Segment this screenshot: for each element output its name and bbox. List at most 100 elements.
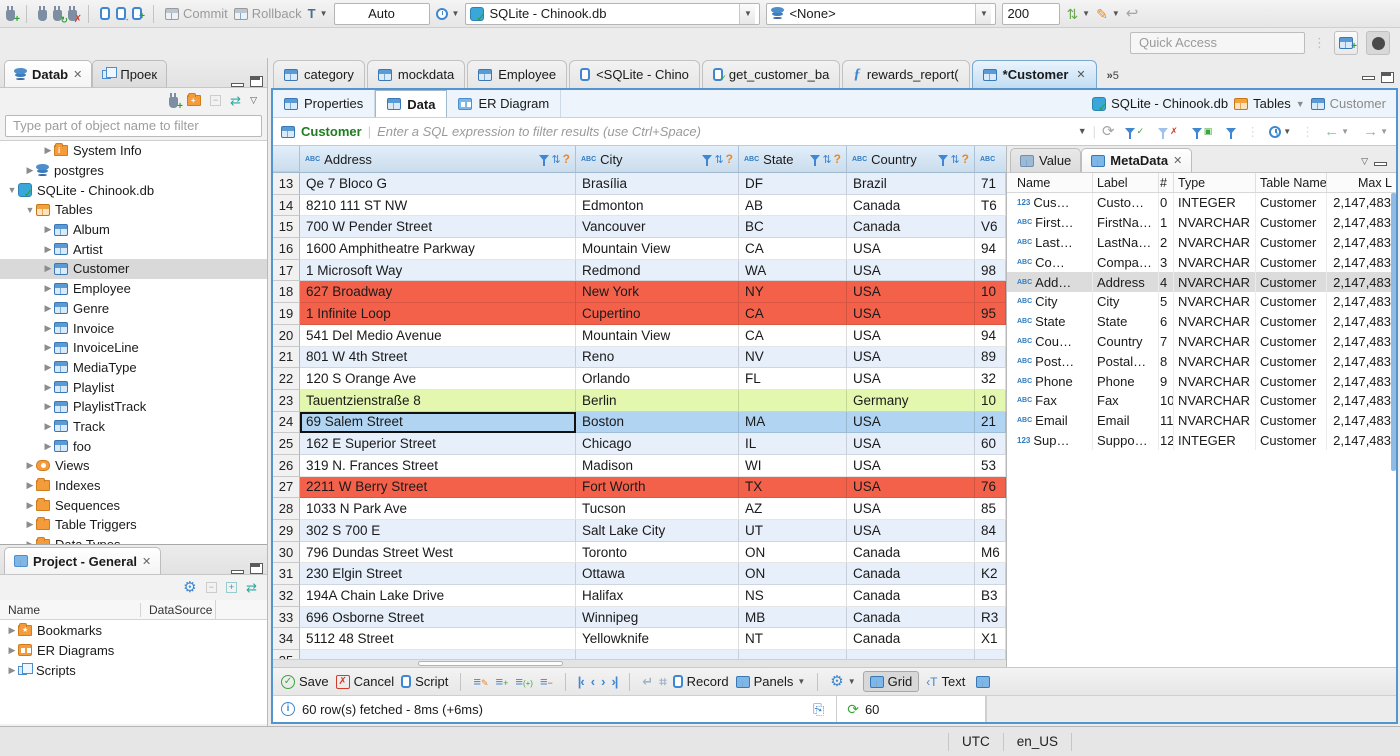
meta-type[interactable]: NVARCHAR [1174,252,1256,273]
maximize-icon[interactable] [250,76,263,87]
row-number[interactable]: 34 [273,628,300,651]
cancel-button[interactable]: ✗ Cancel [335,674,394,689]
table-row[interactable]: 26 319 N. Frances Street Madison WI USA 53 [273,454,1006,477]
row-number[interactable]: 17 [273,259,300,282]
row-number[interactable]: 13 [273,173,300,195]
metadata-row-custo-[interactable]: 123 Cus… Custo… 0 INTEGER Customer 2,147,483 [1007,193,1396,213]
cell-country[interactable]: USA [847,259,975,282]
table-row[interactable]: 30 796 Dundas Street West Toronto ON Canada M… [273,541,1006,564]
cell-address[interactable]: 1600 Amphitheatre Parkway [300,238,576,260]
column-header-postalcode[interactable]: ABC [975,146,1006,172]
auto-refresh-control[interactable]: ⟳ 60 [836,696,987,722]
cell-city[interactable]: Chicago [576,433,739,455]
cell-city[interactable]: Yellowknife [576,628,739,651]
meta-ordinal[interactable]: 12 [1159,430,1174,451]
sql-editor-icon[interactable] [100,7,110,20]
tab-properties[interactable]: Properties [273,90,376,117]
row-number[interactable]: 27 [273,476,300,499]
filter-icon[interactable] [539,155,550,166]
cell-postalcode[interactable]: 71 [975,173,1006,195]
cell-postalcode[interactable]: 95 [975,303,1006,325]
editor-tab-rewards-report-[interactable]: ƒ rewards_report( [842,60,970,88]
expanded-arrow-icon[interactable]: ▼ [6,185,18,195]
collapsed-arrow-icon[interactable]: ▶ [42,421,54,432]
meta-type[interactable]: NVARCHAR [1174,291,1256,312]
cell-postalcode[interactable]: 10 [975,389,1006,412]
project-item-scripts[interactable]: ▶ Scripts [0,660,267,680]
meta-ordinal[interactable]: 3 [1159,252,1174,273]
collapsed-arrow-icon[interactable]: ▶ [42,224,54,235]
tree-item-sequences[interactable]: ▶ Sequences [0,495,267,515]
cell-state[interactable]: IL [739,433,847,455]
cell-city[interactable]: Reno [576,346,739,369]
row-number[interactable]: 30 [273,541,300,564]
cell-postalcode[interactable]: V6 [975,216,1006,239]
meta-label[interactable]: LastNa… [1093,232,1159,253]
collapsed-arrow-icon[interactable]: ▶ [24,460,36,471]
expanded-arrow-icon[interactable]: ▼ [24,205,36,215]
breadcrumb-connection[interactable]: SQLite - Chinook.db [1092,96,1228,114]
cell-city[interactable]: Salt Lake City [576,520,739,542]
collapsed-arrow-icon[interactable]: ▶ [24,165,36,176]
meta-name[interactable]: ABC First… [1007,212,1093,233]
meta-type[interactable]: INTEGER [1174,193,1256,213]
transaction-log-button[interactable]: ▼ [435,7,459,20]
cell-state[interactable]: NT [739,628,847,651]
save-filter-button[interactable]: ▣ [1188,127,1217,139]
collapsed-arrow-icon[interactable]: ▶ [42,362,54,373]
row-number[interactable]: 32 [273,585,300,607]
cell-country[interactable]: USA [847,433,975,455]
meta-name[interactable]: ABC State [1007,311,1093,332]
disconnect-icon[interactable]: ✗ [68,5,82,25]
meta-max-length[interactable]: 2,147,483 [1327,331,1396,352]
project-item-er-diagrams[interactable]: ▶ ER Diagrams [0,640,267,660]
view-menu-icon[interactable]: ▽ [250,96,257,105]
cell-state[interactable]: UT [739,520,847,542]
cell-city[interactable]: Orlando [576,368,739,390]
meta-table-name[interactable]: Customer [1256,331,1327,352]
tree-item-album[interactable]: ▶ Album [0,220,267,240]
tree-item-playlist[interactable]: ▶ Playlist [0,377,267,397]
metadata-row-fax[interactable]: ABC Fax Fax 10 NVARCHAR Customer 2,147,483 [1007,390,1396,411]
cell-city[interactable]: Ottawa [576,563,739,586]
cell-country[interactable]: Canada [847,585,975,607]
meta-ordinal[interactable]: 4 [1159,272,1174,292]
cell-postalcode[interactable]: X1 [975,628,1006,651]
collapsed-arrow-icon[interactable]: ▶ [24,480,36,491]
previous-row-icon[interactable]: ‹ [591,674,595,689]
meta-ordinal[interactable]: 7 [1159,331,1174,352]
meta-type[interactable]: NVARCHAR [1174,390,1256,411]
rollback-button[interactable]: Rollback [233,6,302,21]
tree-item-tables[interactable]: ▼ Tables [0,200,267,220]
cell-city[interactable]: Mountain View [576,238,739,260]
cell-country[interactable]: USA [847,324,975,347]
fetch-page-icon[interactable]: ↵ [642,674,653,690]
meta-table-name[interactable]: Customer [1256,430,1327,451]
meta-label[interactable]: Email [1093,410,1159,431]
row-number[interactable]: 28 [273,498,300,520]
filter-icon[interactable] [938,155,949,166]
metadata-row-postal-[interactable]: ABC Post… Postal… 8 NVARCHAR Customer 2,147,48… [1007,351,1396,372]
table-row[interactable]: 35 [273,650,1006,659]
refresh-toggle-button[interactable]: ⇅ ▼ [1066,7,1090,21]
cell-address[interactable]: Tauentzienstraße 8 [300,389,576,412]
cell-postalcode[interactable]: R3 [975,606,1006,629]
cell-postalcode[interactable]: 84 [975,520,1006,542]
meta-label[interactable]: State [1093,311,1159,332]
editor-tab-get-customer-ba[interactable]: ✓ get_customer_ba [701,60,841,88]
table-row[interactable]: 27 2211 W Berry Street Fort Worth TX USA 76 [273,476,1006,499]
meta-name[interactable]: ABC Email [1007,410,1093,431]
meta-label[interactable]: City [1093,291,1159,312]
row-number[interactable]: 20 [273,324,300,347]
cell-address[interactable]: 1 Microsoft Way [300,259,576,282]
cell-postalcode[interactable] [975,650,1006,659]
new-folder-icon[interactable]: + [186,93,201,106]
cell-state[interactable]: FL [739,368,847,390]
collapsed-arrow-icon[interactable]: ▶ [42,382,54,393]
table-row[interactable]: 20 541 Del Medio Avenue Mountain View CA USA… [273,324,1006,347]
tab-data[interactable]: Data [375,90,448,117]
cell-country[interactable]: USA [847,411,975,434]
cell-country[interactable]: USA [847,303,975,325]
meta-ordinal[interactable]: 1 [1159,212,1174,233]
row-number[interactable]: 35 [273,650,300,659]
